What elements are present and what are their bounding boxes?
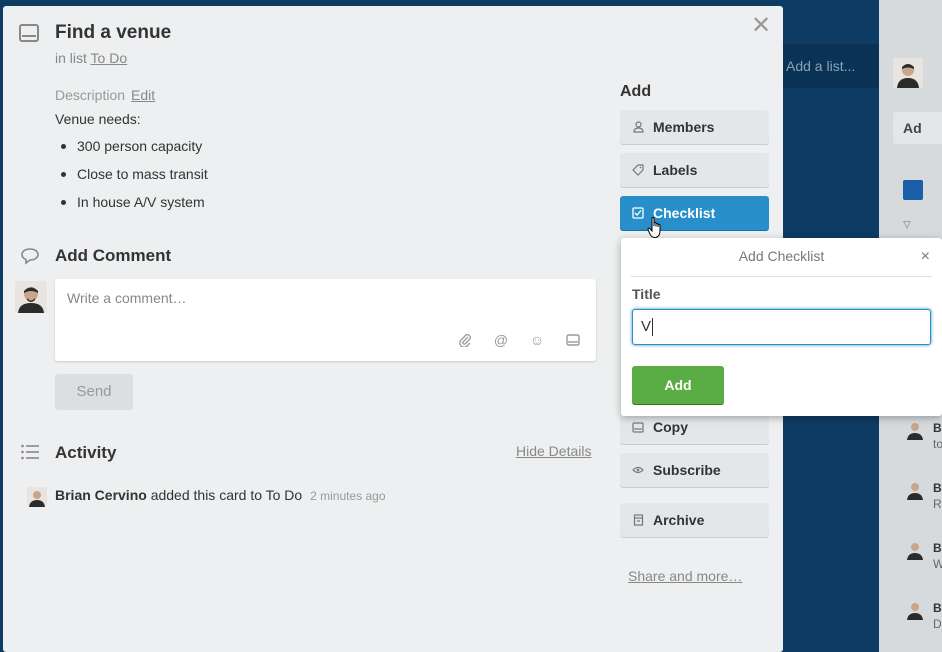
subscribe-button[interactable]: Subscribe [620, 453, 769, 487]
list-item: B to [905, 420, 942, 454]
popover-title: Add Checklist [738, 248, 825, 264]
copy-label: Copy [653, 419, 688, 435]
activity-entry: Brian Cervino added this card to To Do 2… [55, 487, 386, 503]
description-intro: Venue needs: [55, 111, 141, 127]
description-header: Description Edit [55, 87, 155, 103]
in-list-text: in list To Do [55, 50, 127, 66]
card-title[interactable]: Find a venue [55, 22, 171, 44]
emoji-icon[interactable]: ☺ [528, 331, 546, 349]
avatar [15, 281, 47, 313]
add-heading: Add [620, 83, 652, 100]
archive-button[interactable]: Archive [620, 503, 769, 537]
activity-heading: Activity [55, 443, 117, 462]
add-checklist-button[interactable]: Add [632, 366, 724, 404]
activity-list-icon [20, 443, 40, 466]
add-list-link[interactable]: Add a list... [770, 44, 880, 88]
members-label: Members [653, 119, 715, 135]
card-icon [19, 24, 39, 44]
checkbox-icon [632, 207, 644, 219]
archive-icon [632, 514, 644, 526]
list-item: B W [905, 540, 942, 574]
list-item: In house A/V system [61, 192, 208, 220]
label-color-swatch [903, 180, 923, 200]
share-and-more-link[interactable]: Share and more… [628, 568, 742, 584]
list-item: Close to mass transit [61, 164, 208, 192]
divider [631, 276, 932, 277]
send-button[interactable]: Send [55, 374, 133, 410]
card-link-icon[interactable] [564, 331, 582, 349]
description-label: Description [55, 87, 126, 103]
checklist-button[interactable]: Checklist [620, 196, 769, 230]
edit-description-link[interactable]: Edit [131, 87, 155, 103]
labels-label: Labels [653, 162, 698, 178]
list-name-link[interactable]: To Do [91, 50, 128, 66]
list-item: B R [905, 480, 942, 514]
avatar[interactable] [893, 58, 923, 88]
close-icon[interactable]: ✕ [751, 14, 771, 38]
archive-label: Archive [653, 512, 705, 528]
close-icon[interactable]: × [921, 248, 930, 266]
subscribe-label: Subscribe [653, 462, 721, 478]
list-item: B D [905, 600, 942, 634]
activity-user[interactable]: Brian Cervino [55, 487, 147, 503]
hand-cursor-icon [647, 216, 663, 239]
person-icon [632, 121, 644, 133]
members-button[interactable]: Members [620, 110, 769, 144]
board-add-button[interactable]: Ad [893, 112, 942, 144]
comment-toolbar: @ ☺ [456, 331, 582, 349]
attachment-icon[interactable] [456, 331, 474, 349]
list-item: 300 person capacity [61, 136, 208, 164]
comment-icon [20, 247, 40, 270]
avatar[interactable] [27, 487, 47, 507]
comment-placeholder: Write a comment… [67, 290, 187, 306]
checklist-title-value: V [641, 318, 652, 335]
activity-action: added this card to To Do [150, 487, 303, 503]
hide-details-link[interactable]: Hide Details [516, 443, 591, 459]
eye-icon [632, 464, 644, 476]
add-checklist-popover: Add Checklist × Title V Add [621, 238, 942, 416]
text-caret [652, 318, 654, 337]
comment-input[interactable]: Write a comment… @ ☺ [55, 279, 596, 361]
activity-time[interactable]: 2 minutes ago [310, 489, 385, 503]
checklist-title-label: Title [632, 286, 661, 302]
filter-icon: ▿ [903, 216, 912, 233]
tag-icon [632, 164, 644, 176]
copy-icon [632, 421, 644, 433]
in-list-prefix: in list [55, 50, 87, 66]
labels-button[interactable]: Labels [620, 153, 769, 187]
description-list: 300 person capacity Close to mass transi… [61, 136, 208, 220]
mention-icon[interactable]: @ [492, 331, 510, 349]
add-comment-heading: Add Comment [55, 246, 172, 265]
checklist-title-input[interactable]: V [632, 309, 931, 345]
